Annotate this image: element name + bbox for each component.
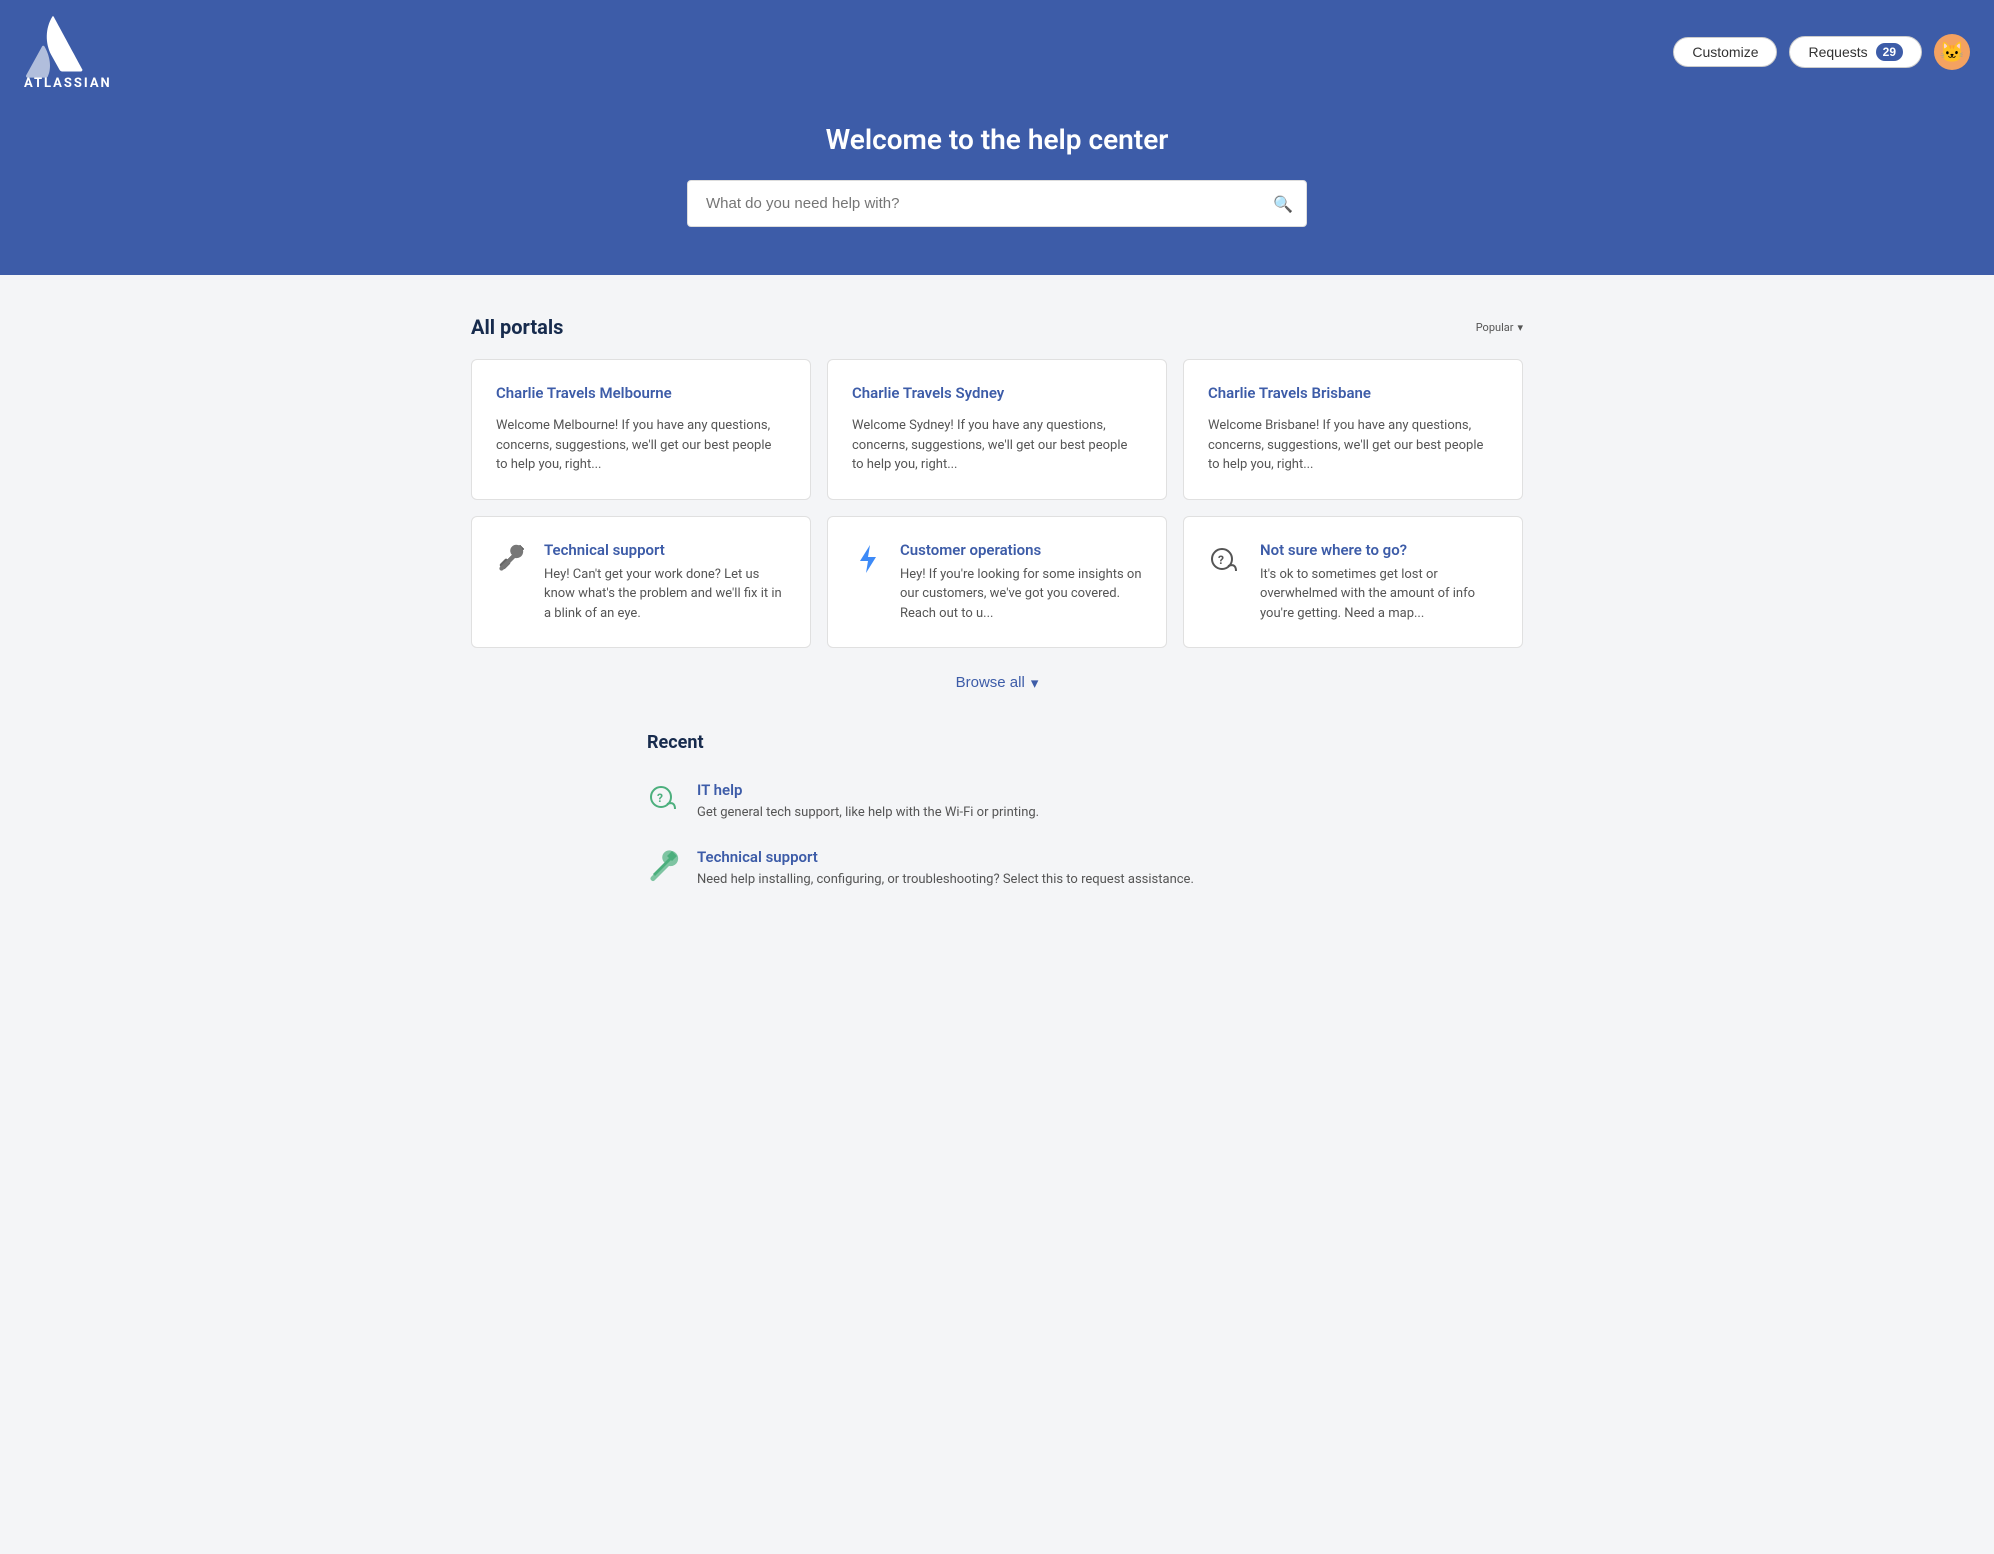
customize-button[interactable]: Customize (1673, 37, 1777, 67)
recent-item-desc: Need help installing, configuring, or tr… (697, 870, 1194, 890)
portal-card-sydney[interactable]: Charlie Travels Sydney Welcome Sydney! I… (827, 359, 1167, 500)
portal-card-body: Technical support Hey! Can't get your wo… (544, 541, 786, 624)
portals-section-title: All portals (471, 315, 563, 339)
browse-all-label: Browse all (956, 674, 1025, 691)
recent-item-name[interactable]: Technical support (697, 848, 1194, 866)
portal-card-body: Customer operations Hey! If you're looki… (900, 541, 1142, 624)
main-content: All portals Popular ▾ Charlie Travels Me… (447, 275, 1547, 943)
nav-actions: Customize Requests 29 🐱 (1673, 34, 1970, 70)
recent-item-desc: Get general tech support, like help with… (697, 803, 1039, 823)
browse-all-row: Browse all ▾ (471, 672, 1523, 692)
avatar[interactable]: 🐱 (1934, 34, 1970, 70)
portal-card-body: Not sure where to go? It's ok to sometim… (1260, 541, 1498, 624)
portal-desc: Hey! If you're looking for some insights… (900, 565, 1142, 624)
sort-dropdown[interactable]: Popular ▾ (1476, 321, 1523, 334)
portals-section-header: All portals Popular ▾ (471, 315, 1523, 339)
top-nav: ATLASSIAN Customize Requests 29 🐱 (0, 0, 1994, 103)
portal-name: Charlie Travels Brisbane (1208, 384, 1498, 402)
portal-desc: Welcome Sydney! If you have any question… (852, 416, 1142, 475)
chevron-down-icon: ▾ (1517, 321, 1523, 334)
portal-desc: Hey! Can't get your work done? Let us kn… (544, 565, 786, 624)
logo-area: ATLASSIAN (24, 12, 112, 91)
recent-item-it-help: ? IT help Get general tech support, like… (647, 769, 1347, 836)
requests-button[interactable]: Requests 29 (1789, 36, 1922, 68)
logo-text: ATLASSIAN (24, 76, 112, 91)
portal-card-not-sure[interactable]: ? Not sure where to go? It's ok to somet… (1183, 516, 1523, 649)
recent-item-technical-support: Technical support Need help installing, … (647, 836, 1347, 903)
recent-item-name[interactable]: IT help (697, 781, 1039, 799)
portal-name: Not sure where to go? (1260, 541, 1498, 559)
browse-all-button[interactable]: Browse all ▾ (956, 674, 1039, 692)
portal-card-customer-ops[interactable]: Customer operations Hey! If you're looki… (827, 516, 1167, 649)
svg-text:?: ? (1218, 553, 1224, 567)
recent-section: Recent ? IT help Get general tech suppor… (647, 732, 1347, 903)
question-chat-icon: ? (1208, 543, 1244, 586)
portal-name: Customer operations (900, 541, 1142, 559)
sort-label: Popular (1476, 321, 1514, 334)
it-help-icon: ? (647, 781, 683, 824)
atlassian-logo-icon (24, 12, 84, 80)
portal-card-melbourne[interactable]: Charlie Travels Melbourne Welcome Melbou… (471, 359, 811, 500)
portal-desc: Welcome Brisbane! If you have any questi… (1208, 416, 1498, 475)
portal-desc: Welcome Melbourne! If you have any quest… (496, 416, 786, 475)
portal-name: Technical support (544, 541, 786, 559)
portal-card-technical-support[interactable]: Technical support Hey! Can't get your wo… (471, 516, 811, 649)
portals-grid: Charlie Travels Melbourne Welcome Melbou… (471, 359, 1523, 648)
hero-section: ATLASSIAN Customize Requests 29 🐱 Welcom… (0, 0, 1994, 275)
search-bar-wrapper: 🔍 (687, 180, 1307, 227)
recent-section-title: Recent (647, 732, 1347, 753)
chevron-down-icon: ▾ (1031, 674, 1039, 692)
search-input[interactable] (687, 180, 1307, 227)
recent-item-body: IT help Get general tech support, like h… (697, 781, 1039, 823)
portal-name: Charlie Travels Sydney (852, 384, 1142, 402)
portal-card-brisbane[interactable]: Charlie Travels Brisbane Welcome Brisban… (1183, 359, 1523, 500)
hero-content: Welcome to the help center 🔍 (0, 103, 1994, 227)
hero-title: Welcome to the help center (20, 123, 1974, 156)
technical-support-icon (647, 848, 683, 891)
requests-badge: 29 (1876, 43, 1903, 61)
svg-text:?: ? (657, 791, 663, 805)
requests-label: Requests (1808, 44, 1867, 60)
lightning-icon (852, 543, 884, 582)
recent-item-body: Technical support Need help installing, … (697, 848, 1194, 890)
portal-name: Charlie Travels Melbourne (496, 384, 786, 402)
portal-desc: It's ok to sometimes get lost or overwhe… (1260, 565, 1498, 624)
wrench-icon (496, 543, 528, 582)
